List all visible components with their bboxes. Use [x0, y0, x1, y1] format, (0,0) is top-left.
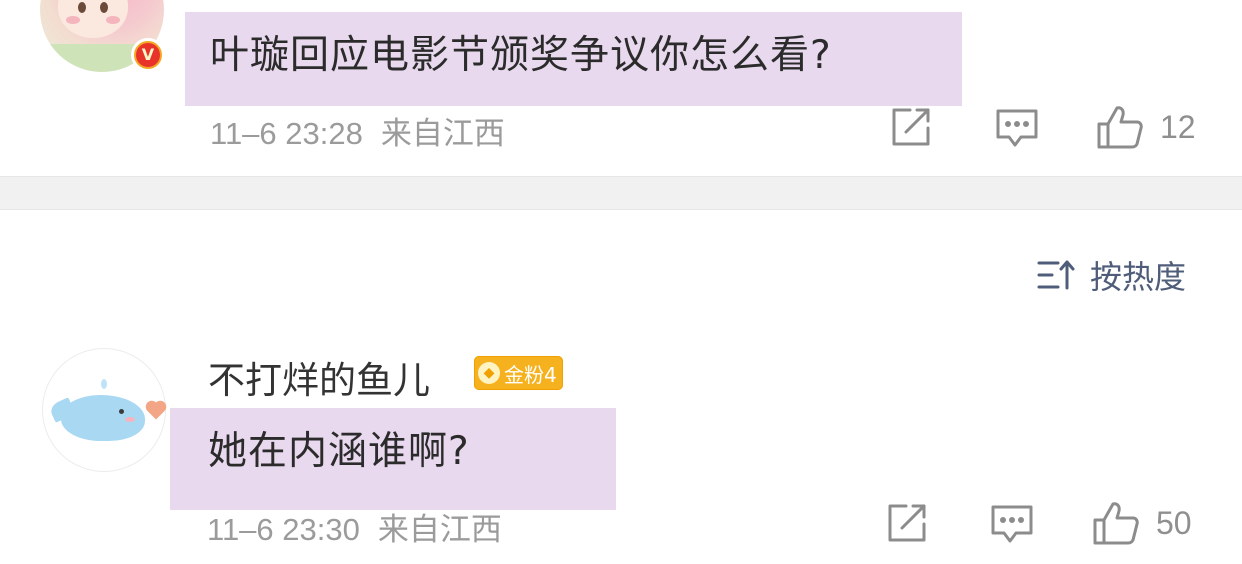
- gem-icon: ◆: [478, 362, 500, 384]
- like-count: 12: [1160, 109, 1196, 145]
- fan-badge-label: 金粉4: [504, 362, 557, 387]
- comment-meta: 11–6 23:30 来自江西: [207, 504, 502, 549]
- username[interactable]: 不打烊的鱼儿: [208, 350, 430, 404]
- comment-text: 她在内涵谁啊?: [208, 429, 470, 474]
- comment-icon[interactable]: [995, 108, 1039, 150]
- comment-location: 来自江西: [380, 116, 505, 152]
- section-divider: [0, 176, 1242, 210]
- sort-icon: [1036, 258, 1076, 292]
- fan-badge[interactable]: ◆ 金粉4: [474, 356, 563, 390]
- like-count: 50: [1156, 505, 1192, 541]
- verified-badge-icon: V: [131, 38, 165, 72]
- comment-date: 11–6 23:30: [207, 512, 360, 547]
- thumbs-up-icon[interactable]: [1092, 500, 1140, 546]
- sort-by-hot-button[interactable]: 按热度: [1036, 252, 1186, 298]
- thumbs-up-icon[interactable]: [1096, 104, 1144, 150]
- avatar-face: [58, 0, 128, 38]
- comment-meta: 11–6 23:28 来自江西: [210, 108, 505, 153]
- comment-location: 来自江西: [377, 512, 502, 548]
- sort-label: 按热度: [1090, 258, 1187, 296]
- comment-date: 11–6 23:28: [210, 116, 363, 151]
- comment-text: 叶璇回应电影节颁奖争议你怎么看?: [210, 33, 832, 78]
- share-icon[interactable]: [886, 502, 930, 544]
- share-icon[interactable]: [890, 106, 934, 148]
- comment-icon[interactable]: [990, 504, 1034, 546]
